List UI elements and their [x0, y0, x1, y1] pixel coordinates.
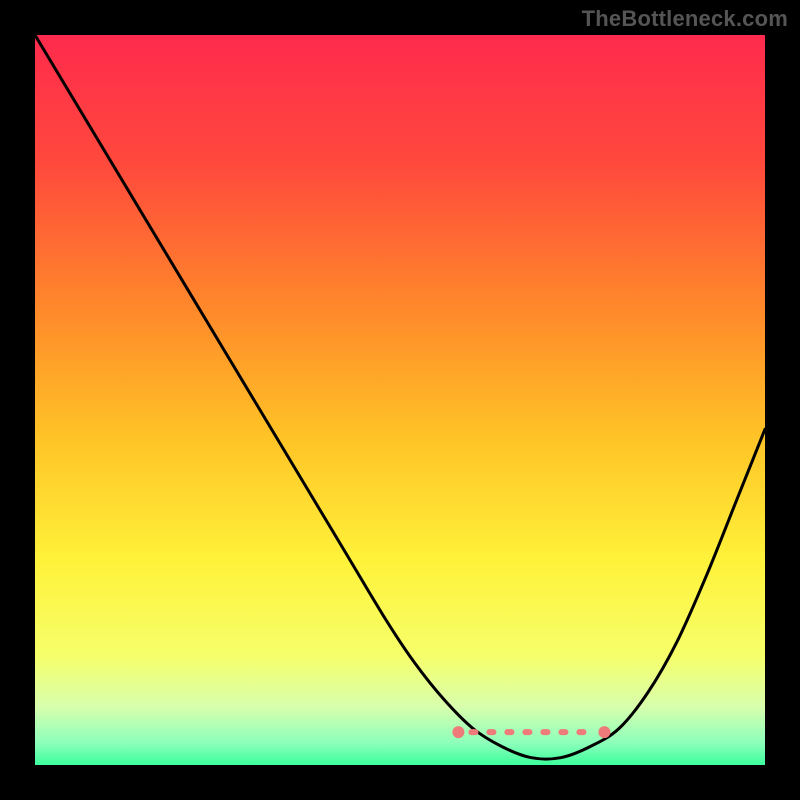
- plot-gradient-background: [35, 35, 765, 765]
- bottleneck-chart: TheBottleneck.com: [0, 0, 800, 800]
- chart-svg: [0, 0, 800, 800]
- watermark-text: TheBottleneck.com: [582, 6, 788, 32]
